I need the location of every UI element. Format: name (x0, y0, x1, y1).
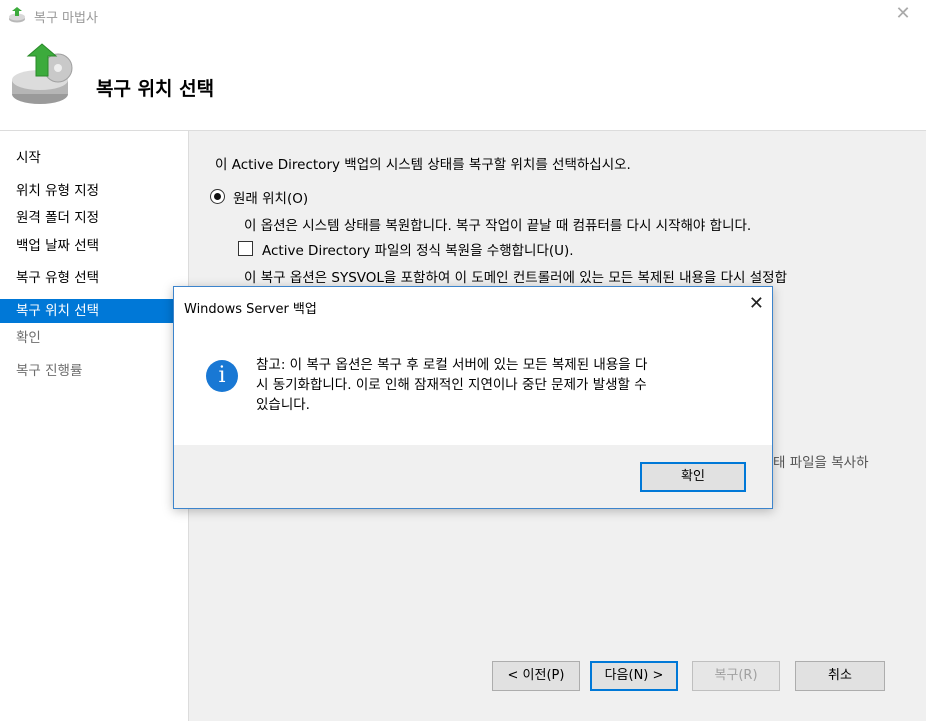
wizard-steps-sidebar: 시작 위치 유형 지정 원격 폴더 지정 백업 날짜 선택 복구 유형 선택 복… (0, 131, 189, 721)
step-backup-date: 백업 날짜 선택 (16, 238, 100, 254)
wizard-header: 복구 위치 선택 (0, 30, 926, 131)
title-bar: 복구 마법사 ✕ (0, 0, 926, 30)
authoritative-restore-label[interactable]: Active Directory 파일의 정식 복원을 수행합니다(U). (262, 239, 574, 259)
step-start: 시작 (16, 150, 41, 166)
step-recovery-progress: 복구 진행률 (16, 363, 83, 379)
step-remote-folder: 원격 폴더 지정 (16, 210, 100, 226)
dialog-message-line: 참고: 이 복구 옵션은 복구 후 로컬 서버에 있는 모든 복제된 내용을 다 (256, 357, 648, 373)
next-button[interactable]: 다음(N) > (590, 661, 678, 691)
step-recovery-location: 복구 위치 선택 (0, 299, 188, 323)
authoritative-restore-checkbox[interactable] (238, 241, 253, 256)
dialog-ok-button[interactable]: 확인 (640, 462, 746, 492)
page-heading: 복구 위치 선택 (96, 78, 215, 100)
resync-note-text: 이 복구 옵션은 SYSVOL을 포함하여 이 도메인 컨트롤러에 있는 모든 … (244, 270, 788, 286)
dialog-message: 참고: 이 복구 옵션은 복구 후 로컬 서버에 있는 모든 복제된 내용을 다… (256, 355, 736, 415)
window-close-icon[interactable]: ✕ (880, 0, 926, 30)
cancel-button[interactable]: 취소 (795, 661, 885, 691)
backup-disk-icon (12, 43, 73, 104)
dialog-message-line: 있습니다. (256, 397, 310, 413)
dialog-message-line: 시 동기화합니다. 이로 인해 잠재적인 지연이나 중단 문제가 발생할 수 (256, 377, 647, 393)
recover-button[interactable]: 복구(R) (692, 661, 780, 691)
step-location-type: 위치 유형 지정 (16, 183, 100, 199)
original-location-radio[interactable] (210, 189, 225, 204)
window-title: 복구 마법사 (34, 11, 98, 26)
partial-option-text: 태 파일을 복사하 (773, 455, 869, 471)
dialog-title: Windows Server 백업 (184, 302, 317, 317)
dialog-footer: 확인 (174, 445, 772, 508)
intro-text: 이 Active Directory 백업의 시스템 상태를 복구할 위치를 선… (215, 157, 631, 173)
back-button[interactable]: < 이전(P) (492, 661, 580, 691)
info-dialog: Windows Server 백업 ✕ i 참고: 이 복구 옵션은 복구 후 … (173, 286, 773, 509)
original-location-label[interactable]: 원래 위치(O) (233, 187, 308, 207)
info-icon: i (206, 360, 238, 392)
step-recovery-type: 복구 유형 선택 (16, 270, 100, 286)
step-confirmation: 확인 (16, 330, 41, 346)
dialog-close-icon[interactable]: ✕ (749, 293, 764, 314)
recovery-wizard-icon (9, 7, 25, 23)
original-location-description: 이 옵션은 시스템 상태를 복원합니다. 복구 작업이 끝날 때 컴퓨터를 다시… (244, 218, 752, 234)
